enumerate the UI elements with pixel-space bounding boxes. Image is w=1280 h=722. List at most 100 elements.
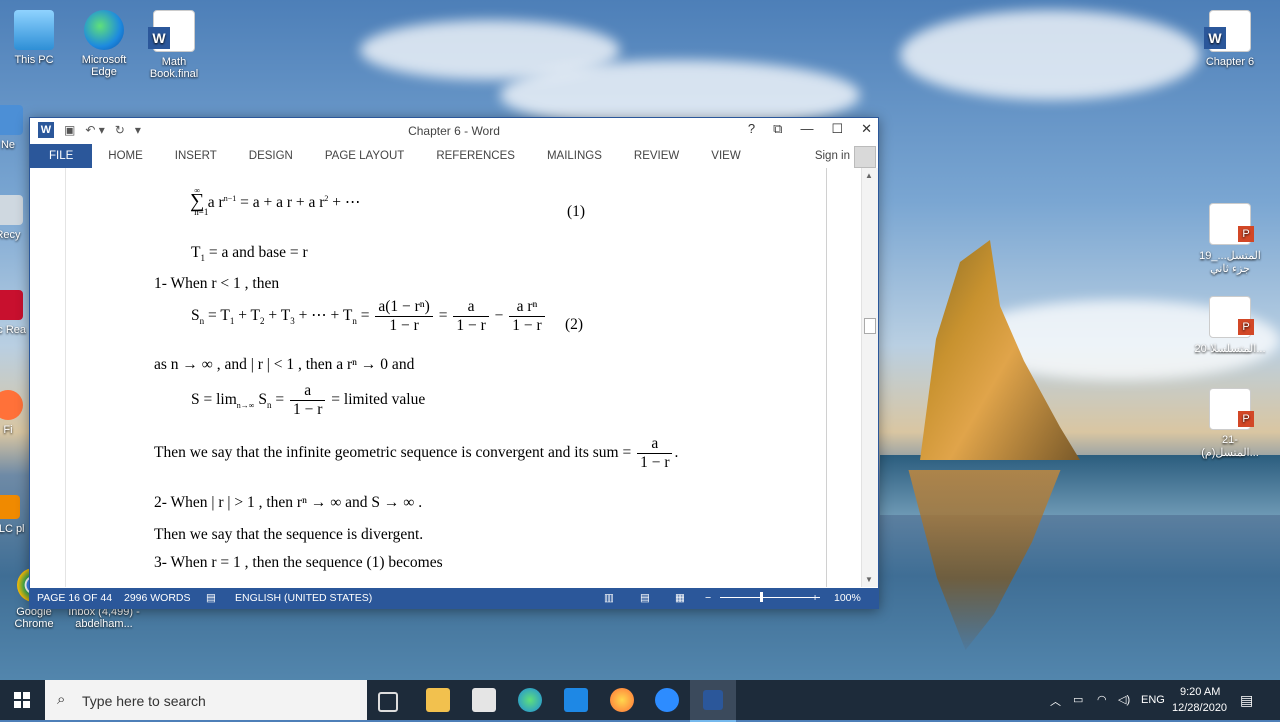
sum-limit: S = limn→∞ Sn = a1 − r = limited value [191,382,426,418]
desktop-icon-this-pc[interactable]: This PC [0,10,70,66]
convergent-text: Then we say that the infinite geometric … [154,444,636,462]
help-button[interactable]: ? [748,121,755,137]
divergent-line: Then we say that the sequence is diverge… [154,526,424,543]
ribbon-tabs: FILE HOME INSERT DESIGN PAGE LAYOUT REFE… [30,144,878,168]
print-layout-icon[interactable]: ▤ [640,592,650,604]
t1-line: T1 = a and base = r [191,244,308,264]
network-icon [0,105,23,135]
tab-file[interactable]: FILE [30,144,93,168]
volume-icon[interactable]: ◁) [1118,693,1130,706]
search-placeholder: Type here to search [82,693,206,709]
desktop-icon-label: Ne [0,139,16,151]
status-bar: PAGE 16 OF 44 2996 WORDS ▤ ENGLISH (UNIT… [30,588,878,608]
cloud [900,10,1200,100]
desktop-icon-label: Ac Rea [0,324,27,336]
page-edge [826,168,827,587]
tab-insert[interactable]: INSERT [159,144,233,168]
convergent-line: Then we say that the infinite geometric … [154,435,679,471]
avatar[interactable] [854,146,876,168]
desktop-icon-ppt-19[interactable]: 19_المتسل... جزء ثاني [1194,203,1266,275]
computer-icon [14,10,54,50]
read-mode-icon[interactable]: ▥ [604,592,614,604]
sign-in-link[interactable]: Sign in [815,150,850,162]
firefox-icon[interactable] [610,688,634,712]
desktop-icon-label: Microsoft Edge [81,54,127,78]
battery-icon[interactable]: ▭ [1073,693,1083,706]
scroll-thumb[interactable] [864,318,876,334]
acrobat-icon [0,290,23,320]
language-indicator[interactable]: ENG [1141,694,1165,706]
tab-home[interactable]: HOME [92,144,159,168]
word-app-icon [703,690,723,710]
word-count[interactable]: 2996 WORDS [124,592,191,604]
language[interactable]: ENGLISH (UNITED STATES) [235,592,372,604]
store-icon[interactable] [472,688,496,712]
case-2: 2- When | r | > 1 , then rⁿ → ∞ and S → … [154,494,423,511]
maximize-button[interactable]: ☐ [831,121,843,137]
task-view-icon[interactable] [378,692,398,712]
sum-limit-text: = limited value [327,391,426,409]
equation-1: ∑n=1∞ a rn−1 = a + a r + a r2 + ⋯ [190,186,361,217]
file-explorer-icon[interactable] [426,688,450,712]
desktop-icon-label: Recy [0,229,21,241]
tab-references[interactable]: REFERENCES [420,144,531,168]
equation-1-label: (1) [567,203,586,220]
desktop-icon-label: 20-المتسلسلا... [1194,343,1266,355]
powerpoint-icon [1209,296,1254,338]
word-doc-icon [148,10,195,52]
desktop-icon-ppt-21[interactable]: 21-(م)المتسل... [1194,388,1266,459]
window-buttons: ? ⧉ — ☐ ✕ [748,121,872,137]
minimize-button[interactable]: — [800,121,813,137]
zoom-out-icon[interactable]: − [705,592,711,604]
edge-icon[interactable] [518,688,542,712]
web-layout-icon[interactable]: ▦ [675,592,685,604]
document-area[interactable]: ∑n=1∞ a rn−1 = a + a r + a r2 + ⋯ (1) T1… [30,168,862,587]
desktop-icon-label: Math Book.final [149,56,199,80]
tab-view[interactable]: VIEW [695,144,756,168]
desktop-icon-edge[interactable]: Microsoft Edge [68,10,140,78]
notification-icon[interactable]: ▤ [1240,692,1253,709]
desktop-icon-label: Google Chrome [14,606,54,630]
clock-date[interactable]: 12/28/2020 [1172,702,1227,714]
page-edge [65,168,66,587]
close-button[interactable]: ✕ [861,121,872,137]
equation-2-label: (2) [565,316,584,333]
case-3: 3- When r = 1 , then the sequence (1) be… [154,554,443,571]
desktop-icon-label: 19_المتسل... جزء ثاني [1199,250,1261,275]
tab-page-layout[interactable]: PAGE LAYOUT [309,144,420,168]
zoom-slider[interactable] [720,597,820,598]
zoom-level[interactable]: 100% [834,592,861,604]
zoom-in-icon[interactable]: + [812,592,818,604]
tab-review[interactable]: REVIEW [618,144,695,168]
edge-icon [84,10,124,50]
desktop-icon-label: Chapter 6 [1205,56,1255,68]
word-window: W ▣ ↶ ▾ ↻ ▾ Chapter 6 - Word ? ⧉ — ☐ ✕ F… [29,117,879,609]
scroll-up-icon[interactable]: ▲ [865,171,873,180]
zoom-icon[interactable] [655,688,679,712]
taskbar: ⌕ Type here to search ︿ ▭ ◠ ◁) ENG 9:20 … [0,680,1280,722]
desktop-icon-label: VLC pl [0,523,25,535]
t1-rest: = a and base = r [204,244,308,261]
powerpoint-icon [1209,203,1254,245]
zoom-slider-knob[interactable] [760,592,763,602]
desktop-icon-math-book[interactable]: Math Book.final [138,10,210,80]
desktop-icon-chapter6[interactable]: Chapter 6 [1194,10,1266,68]
wifi-icon[interactable]: ◠ [1097,693,1107,706]
clock-time[interactable]: 9:20 AM [1180,686,1220,698]
recycle-bin-icon [0,195,23,225]
tab-mailings[interactable]: MAILINGS [531,144,618,168]
start-button[interactable] [14,692,30,708]
tab-design[interactable]: DESIGN [233,144,309,168]
mail-icon[interactable] [564,688,588,712]
equation-2: Sn = T1 + T2 + T3 + ⋯ + Tn = a(1 − rⁿ) 1 … [191,298,547,335]
limit-line: as n → ∞ , and | r | < 1 , then a rⁿ → 0… [154,356,415,373]
show-hidden-icons[interactable]: ︿ [1050,693,1061,709]
desktop-icon-ppt-20[interactable]: 20-المتسلسلا... [1194,296,1266,355]
scroll-down-icon[interactable]: ▼ [865,575,873,584]
search-box[interactable]: ⌕ Type here to search [45,680,367,720]
page-count[interactable]: PAGE 16 OF 44 [37,592,112,604]
proofing-icon[interactable]: ▤ [206,592,216,604]
powerpoint-icon [1209,388,1254,430]
ribbon-display-button[interactable]: ⧉ [773,121,782,137]
vertical-scrollbar[interactable]: ▲ ▼ [861,168,878,587]
